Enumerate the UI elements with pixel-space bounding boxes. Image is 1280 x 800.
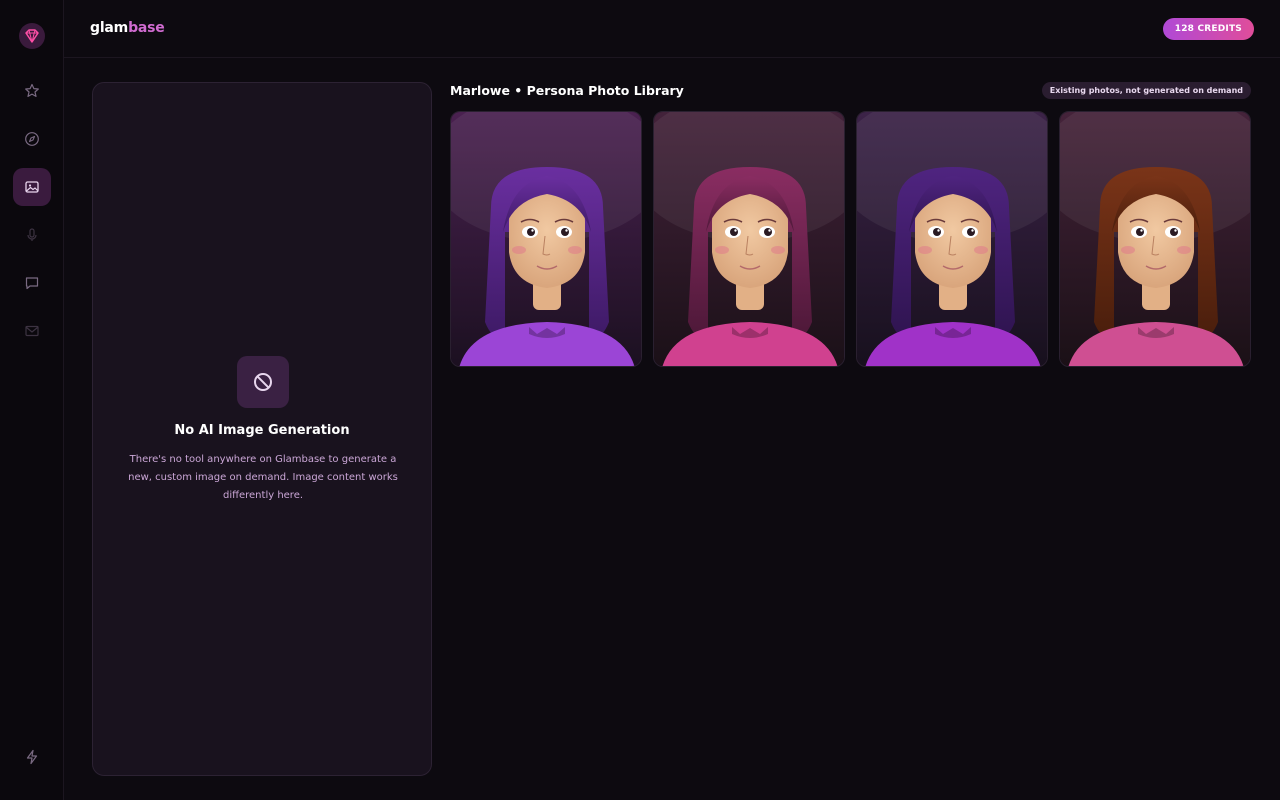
logo-icon[interactable] <box>19 23 45 49</box>
persona-photo-card[interactable] <box>856 111 1048 367</box>
brand-wordmark[interactable]: glambase <box>90 20 165 36</box>
persona-photo-card[interactable] <box>450 111 642 367</box>
sidebar-item-images[interactable] <box>13 168 51 206</box>
persona-photo <box>1060 112 1250 366</box>
image-icon <box>25 181 39 193</box>
top-bar: glambase 128 CREDITS <box>64 0 1280 58</box>
microphone-icon <box>27 228 37 241</box>
persona-photo <box>654 112 844 366</box>
block-icon <box>237 356 289 408</box>
sidebar-item-explore[interactable] <box>13 120 51 158</box>
sidebar-item-favorites[interactable] <box>13 72 51 110</box>
sidebar-item-voice[interactable] <box>13 216 51 254</box>
library-badge: Existing photos, not generated on demand <box>1041 82 1251 99</box>
star-icon <box>25 83 39 97</box>
persona-photo <box>857 112 1047 366</box>
chat-icon <box>25 277 39 290</box>
credits-badge[interactable]: 128 CREDITS <box>1162 18 1254 40</box>
notice-description: There's no tool anywhere on Glambase to … <box>128 454 398 501</box>
notice-panel: No AI Image Generation There's no tool a… <box>92 82 432 776</box>
app-root: glambase 128 CREDITS No AI Image Generat… <box>0 0 1280 800</box>
compass-icon <box>25 132 39 146</box>
brand-part-2: base <box>128 20 165 36</box>
sidebar-item-chat[interactable] <box>13 264 51 302</box>
library-title: Marlowe • Persona Photo Library <box>450 83 684 98</box>
sidebar-item-mail[interactable] <box>13 312 51 350</box>
brand-part-1: glam <box>90 20 129 36</box>
persona-photo <box>451 112 641 366</box>
persona-photo-card[interactable] <box>1059 111 1251 367</box>
notice-title: No AI Image Generation <box>174 423 350 438</box>
persona-photo-card[interactable] <box>653 111 845 367</box>
sidebar-rail <box>0 0 64 800</box>
lightning-icon <box>26 749 38 765</box>
sidebar-item-boost[interactable] <box>13 738 51 776</box>
mail-icon <box>25 325 39 337</box>
